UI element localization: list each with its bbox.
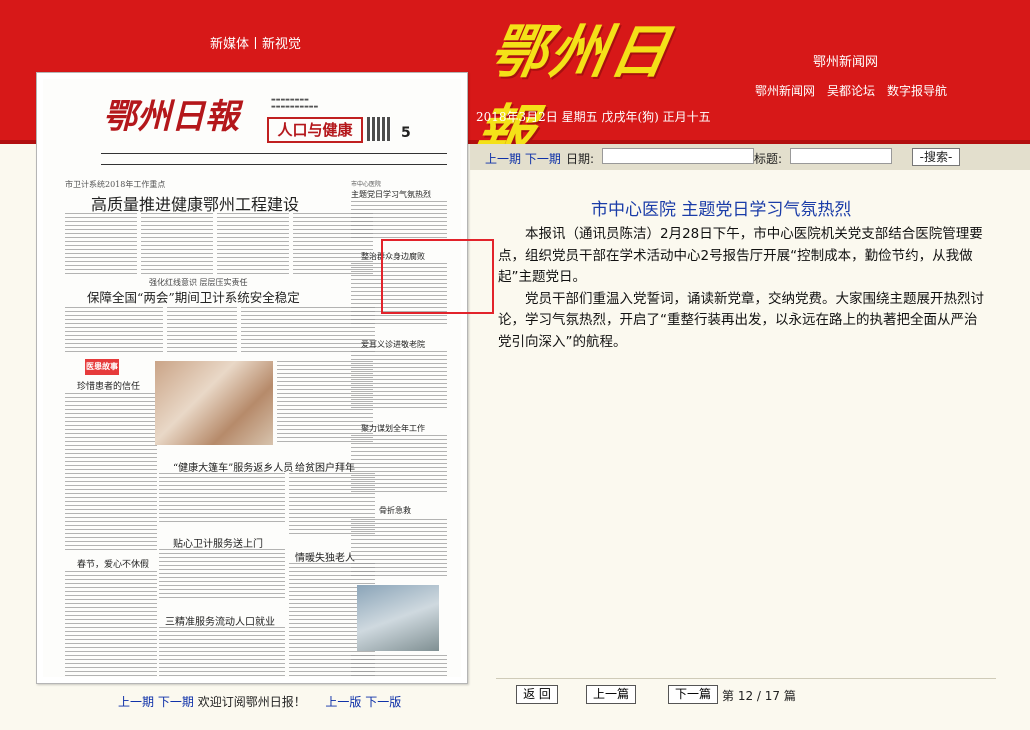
text-block: [159, 627, 285, 677]
column-headline[interactable]: 春节，爱心不休假: [77, 557, 149, 570]
date-label: 日期:: [566, 152, 595, 166]
column-headline[interactable]: 珍惜患者的信任: [77, 379, 140, 392]
qr-code-icon: [367, 117, 391, 141]
newspaper-masthead: 鄂州日報: [103, 97, 239, 137]
mid-headline[interactable]: 贴心卫计服务送上门: [173, 535, 263, 550]
text-block: [351, 351, 447, 411]
section-badge: 人口与健康: [267, 117, 363, 143]
page-info-bar: [101, 153, 447, 165]
text-block: [141, 213, 213, 275]
side-headline[interactable]: 爱耳义诊进敬老院: [361, 339, 425, 350]
lead-kicker: 市卫计系统2018年工作重点: [65, 180, 166, 189]
selected-article-highlight[interactable]: [381, 239, 494, 314]
article-title: 市中心医院 主题党日学习气氛热烈: [591, 200, 852, 220]
issue-nav: 上一期 下一期: [485, 150, 561, 167]
text-block: [351, 655, 447, 677]
column-tag: 医患故事: [85, 359, 119, 375]
link-digital-nav[interactable]: 数字报导航: [887, 82, 947, 99]
article-paragraph: 本报讯（通讯员陈洁）2月28日下午，市中心医院机关党支部结合医院管理要点，组织党…: [498, 226, 983, 285]
text-block: [351, 435, 447, 495]
article-pager: 返 回 上一篇 下一篇 第 12 / 17 篇: [496, 678, 996, 710]
prev-issue-link[interactable]: 上一期: [118, 695, 154, 709]
next-article-button[interactable]: 下一篇: [668, 685, 718, 704]
mid-headline[interactable]: 三精准服务流动人口就业: [165, 613, 275, 628]
link-news-site[interactable]: 鄂州新闻网: [755, 82, 815, 99]
text-block: [159, 549, 285, 601]
news-photo[interactable]: [155, 361, 273, 445]
site-logo[interactable]: 鄂州日報: [470, 12, 732, 166]
search-button[interactable]: -搜索-: [912, 148, 960, 166]
masthead-subtext: ▬▬▬▬▬▬▬▬ ▬▬▬▬▬▬▬▬▬▬: [271, 97, 319, 110]
welcome-text: 欢迎订阅鄂州日报！: [197, 695, 306, 709]
text-block: [65, 393, 157, 553]
newspaper-page-frame: 鄂州日報 ▬▬▬▬▬▬▬▬ ▬▬▬▬▬▬▬▬▬▬ 人口与健康 5 市卫计系统201…: [36, 72, 494, 684]
text-block: [217, 213, 289, 275]
second-headline[interactable]: 保障全国“两会”期间卫计系统安全稳定: [87, 287, 300, 306]
title-label: 标题:: [754, 152, 783, 166]
top-links: 鄂州新闻网 吴都论坛 数字报导航: [755, 82, 947, 99]
text-block: [351, 519, 447, 579]
article-count: 第 12 / 17 篇: [722, 689, 796, 703]
search-prev-issue[interactable]: 上一期: [485, 152, 521, 166]
page-number: 5: [401, 125, 411, 141]
prev-article-button[interactable]: 上一篇: [586, 685, 636, 704]
text-block: [159, 473, 285, 525]
mid-headline[interactable]: 情暖失独老人: [295, 549, 355, 564]
text-block: [65, 571, 157, 677]
title-input[interactable]: [790, 148, 892, 164]
site-name[interactable]: 鄂州新闻网: [813, 51, 878, 70]
mid-headline[interactable]: 给贫困户拜年: [295, 459, 355, 474]
link-forum[interactable]: 吴都论坛: [827, 82, 875, 99]
next-issue-link[interactable]: 下一期: [158, 695, 194, 709]
prev-page-link[interactable]: 上一版: [325, 695, 361, 709]
news-photo[interactable]: [357, 585, 439, 651]
mid-headline[interactable]: “健康大篷车”服务返乡人员: [173, 459, 293, 474]
article-paragraph: 党员干部们重温入党誓词，诵读新党章，交纳党费。大家围绕主题展开热烈讨论，学习气氛…: [498, 290, 984, 350]
newspaper-page-image[interactable]: 鄂州日報 ▬▬▬▬▬▬▬▬ ▬▬▬▬▬▬▬▬▬▬ 人口与健康 5 市卫计系统201…: [43, 79, 461, 677]
next-page-link[interactable]: 下一版: [365, 695, 401, 709]
lead-headline[interactable]: 高质量推进健康鄂州工程建设: [91, 191, 299, 215]
side-headline[interactable]: 骨折急救: [379, 505, 411, 516]
side-headline[interactable]: 主题党日学习气氛热烈: [351, 189, 431, 200]
date-input[interactable]: [602, 148, 754, 164]
search-next-issue[interactable]: 下一期: [525, 152, 561, 166]
header-slogan: 新媒体丨新视觉: [210, 37, 302, 52]
paper-nav: 上一期 下一期 欢迎订阅鄂州日报！ 上一版 下一版: [118, 693, 401, 710]
side-kicker: 市中心医院: [351, 181, 382, 188]
text-block: [65, 307, 163, 355]
text-block: [167, 307, 237, 353]
side-headline[interactable]: 聚力谋划全年工作: [361, 423, 425, 434]
text-block: [65, 213, 137, 275]
text-block: [351, 201, 447, 241]
issue-date: 2018年3月2日 星期五 戊戌年(狗) 正月十五: [476, 110, 711, 124]
back-button[interactable]: 返 回: [516, 685, 558, 704]
article-body: 本报讯（通讯员陈洁）2月28日下午，市中心医院机关党支部结合医院管理要点，组织党…: [498, 224, 990, 353]
